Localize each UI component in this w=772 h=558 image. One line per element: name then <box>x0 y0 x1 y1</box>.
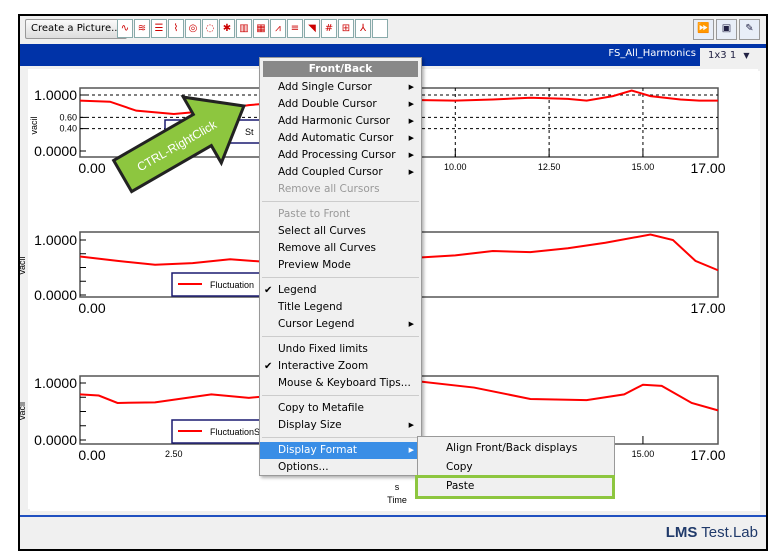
x-tick-label: 12.50 <box>538 162 561 172</box>
menu-item-label: Paste to Front <box>278 208 351 220</box>
legend-label: Fluctuation <box>210 280 254 290</box>
legend[interactable]: St <box>164 119 266 144</box>
menu-item-interactive-zoom[interactable]: Interactive Zoom ✔ <box>260 358 421 375</box>
y-tick-label: 1.0000 <box>34 375 77 391</box>
menu-separator <box>262 201 419 202</box>
legend-label: St <box>245 127 254 137</box>
check-icon: ✔ <box>264 361 273 372</box>
submenu-arrow-icon: ▶ <box>408 117 414 125</box>
menu-item-label: Add Processing Cursor <box>278 149 396 161</box>
menu-item-remove-all-curves[interactable]: Remove all Curves <box>260 240 421 257</box>
x-axis-unit: s <box>395 482 400 492</box>
menu-item-label: Display Size <box>278 419 342 431</box>
x-axis-label: Time <box>387 495 407 505</box>
y-tick-label: 1.0000 <box>34 232 77 248</box>
menu-item-label: Remove all Curves <box>278 242 377 254</box>
paste-highlight-box <box>415 475 615 499</box>
submenu-arrow-icon: ▶ <box>408 446 414 454</box>
legend[interactable]: Fluctuation <box>171 272 273 297</box>
menu-item-label: Add Coupled Cursor <box>278 166 383 178</box>
menu-item-label: Undo Fixed limits <box>278 343 368 355</box>
menu-item-label: Display Format <box>278 444 358 456</box>
menu-item-label: Cursor Legend <box>278 318 355 330</box>
menu-item-add-harmonic-cursor[interactable]: Add Harmonic Cursor ▶ <box>260 113 421 130</box>
x-tick-label: 0.00 <box>78 160 105 176</box>
menu-item-label: Select all Curves <box>278 225 366 237</box>
x-tick-label: 0.00 <box>78 300 105 316</box>
menu-item-paste-to-front: Paste to Front <box>260 206 421 223</box>
menu-item-add-single-cursor[interactable]: Add Single Cursor ▶ <box>260 79 421 96</box>
x-tick-label: 15.00 <box>632 162 655 172</box>
menu-item-label: Remove all Cursors <box>278 183 380 195</box>
y-tick-label: 0.0000 <box>34 143 77 159</box>
menu-item-undo-fixed-limits[interactable]: Undo Fixed limits <box>260 341 421 358</box>
x-tick-label: 17.00 <box>690 447 725 463</box>
menu-item-label: Add Single Cursor <box>278 81 372 93</box>
y-tick-label: 0.0000 <box>34 432 77 448</box>
y-axis-label: vacil <box>17 402 27 420</box>
menu-item-label: Preview Mode <box>278 259 351 271</box>
context-menu: Front/Back Add Single Cursor ▶ Add Double … <box>259 57 422 476</box>
x-tick-label: 17.00 <box>690 300 725 316</box>
menu-item-add-automatic-cursor[interactable]: Add Automatic Cursor ▶ <box>260 130 421 147</box>
submenu-arrow-icon: ▶ <box>408 151 414 159</box>
x-tick-label: 17.00 <box>690 160 725 176</box>
x-tick-label: 2.50 <box>165 449 183 459</box>
menu-item-cursor-legend[interactable]: Cursor Legend ▶ <box>260 316 421 333</box>
menu-separator <box>262 336 419 337</box>
x-tick-label: 15.00 <box>632 449 655 459</box>
menu-item-copy-to-metafile[interactable]: Copy to Metafile <box>260 400 421 417</box>
menu-item-title-legend[interactable]: Title Legend <box>260 299 421 316</box>
submenu-arrow-icon: ▶ <box>408 320 414 328</box>
menu-separator <box>262 395 419 396</box>
menu-item-label: Interactive Zoom <box>278 360 369 372</box>
menu-item-label: Title Legend <box>278 301 343 313</box>
menu-separator <box>262 277 419 278</box>
submenu-arrow-icon: ▶ <box>408 168 414 176</box>
y-tick-label: 0.0000 <box>34 287 77 303</box>
legend-label: FluctuationS <box>210 427 260 437</box>
check-icon: ✔ <box>264 285 273 296</box>
y-tick-label: 1.0000 <box>34 87 77 103</box>
x-tick-label: 0.00 <box>78 447 105 463</box>
submenu-arrow-icon: ▶ <box>408 100 414 108</box>
menu-item-select-all-curves[interactable]: Select all Curves <box>260 223 421 240</box>
menu-item-add-double-cursor[interactable]: Add Double Cursor ▶ <box>260 96 421 113</box>
menu-separator <box>262 437 419 438</box>
menu-item-options[interactable]: Options... <box>260 459 421 476</box>
menu-item-align[interactable]: Align Front/Back displays <box>418 439 614 458</box>
submenu-arrow-icon: ▶ <box>408 421 414 429</box>
submenu-arrow-icon: ▶ <box>408 134 414 142</box>
menu-item-label: Add Double Cursor <box>278 98 377 110</box>
menu-item-add-coupled-cursor[interactable]: Add Coupled Cursor ▶ <box>260 164 421 181</box>
menu-header: Front/Back <box>263 61 418 77</box>
menu-item-label: Add Automatic Cursor <box>278 132 394 144</box>
menu-item-label: Mouse & Keyboard Tips... <box>278 377 411 389</box>
menu-item-mouse-keyboard-tips[interactable]: Mouse & Keyboard Tips... <box>260 375 421 392</box>
x-tick-label: 10.00 <box>444 162 467 172</box>
submenu-arrow-icon: ▶ <box>408 83 414 91</box>
menu-item-label: Legend <box>278 284 317 296</box>
menu-item-label: Copy to Metafile <box>278 402 364 414</box>
y-axis-label: vacil <box>29 116 39 134</box>
y-tick-label: 0.60 <box>59 112 77 122</box>
menu-item-preview-mode[interactable]: Preview Mode <box>260 257 421 274</box>
y-tick-label: 0.40 <box>59 124 77 134</box>
legend[interactable]: FluctuationS <box>171 419 273 444</box>
menu-item-legend[interactable]: Legend ✔ <box>260 282 421 299</box>
menu-item-add-processing-cursor[interactable]: Add Processing Cursor ▶ <box>260 147 421 164</box>
menu-item-display-format[interactable]: Display Format ▶ <box>260 442 421 459</box>
menu-item-label: Add Harmonic Cursor <box>278 115 390 127</box>
y-axis-label: vacil <box>17 256 27 274</box>
menu-item-display-size[interactable]: Display Size ▶ <box>260 417 421 434</box>
menu-item-label: Options... <box>278 461 329 473</box>
menu-item-remove-all-cursors: Remove all Cursors <box>260 181 421 198</box>
